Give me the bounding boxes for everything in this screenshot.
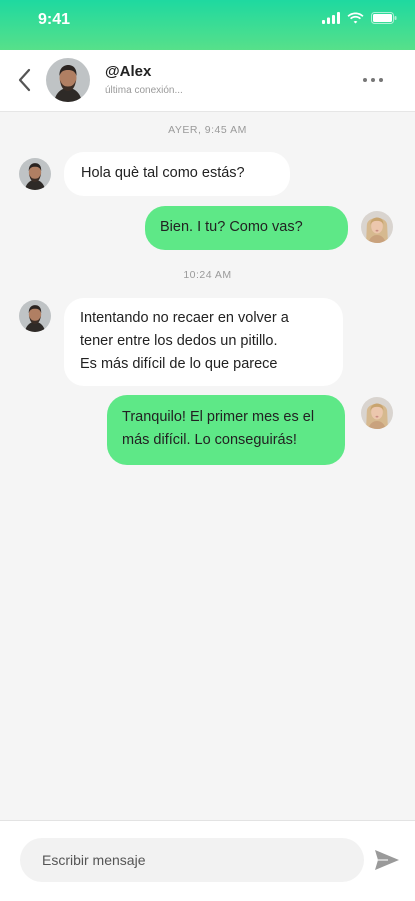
signal-icon: [322, 12, 340, 24]
message-composer: [0, 820, 415, 901]
battery-icon: [371, 12, 397, 24]
send-icon[interactable]: [374, 849, 400, 871]
status-time: 9:41: [38, 11, 71, 28]
contact-avatar-small: [19, 158, 51, 190]
message-input[interactable]: [20, 838, 364, 882]
user-avatar-small: [361, 397, 393, 429]
contact-name[interactable]: @Alex: [105, 63, 151, 80]
message-text-line: más difícil. Lo conseguirás!: [122, 432, 297, 448]
message-text-line: tener entre los dedos un pitillo.: [80, 333, 278, 349]
outgoing-message-bubble[interactable]: Bien. I tu? Como vas?: [145, 206, 348, 250]
message-text-line: Tranquilo! El primer mes es el: [122, 409, 315, 425]
contact-avatar-small: [19, 300, 51, 332]
status-bar: 9:41: [0, 0, 415, 50]
chat-header: @Alex última conexión...: [0, 50, 415, 112]
outgoing-message-bubble[interactable]: Tranquilo! El primer mes es el más difíc…: [107, 395, 345, 465]
message-timestamp: AYER, 9:45 AM: [168, 124, 247, 136]
message-text-line: Es más difícil de lo que parece: [80, 356, 278, 372]
status-icons: [322, 12, 397, 24]
contact-avatar[interactable]: [46, 58, 90, 102]
chevron-left-icon[interactable]: [14, 66, 36, 94]
incoming-message-bubble[interactable]: Hola què tal como estás?: [64, 152, 290, 196]
contact-last-seen: última conexión...: [105, 85, 183, 96]
more-horizontal-icon[interactable]: [363, 72, 393, 88]
incoming-message-bubble[interactable]: Intentando no recaer en volver a tener e…: [64, 298, 343, 386]
message-text-line: Intentando no recaer en volver a: [80, 310, 289, 326]
wifi-icon: [347, 12, 364, 24]
message-text: Bien. I tu? Como vas?: [160, 219, 303, 235]
user-avatar-small: [361, 211, 393, 243]
message-text: Hola què tal como estás?: [81, 165, 245, 181]
message-timestamp: 10:24 AM: [183, 269, 232, 281]
